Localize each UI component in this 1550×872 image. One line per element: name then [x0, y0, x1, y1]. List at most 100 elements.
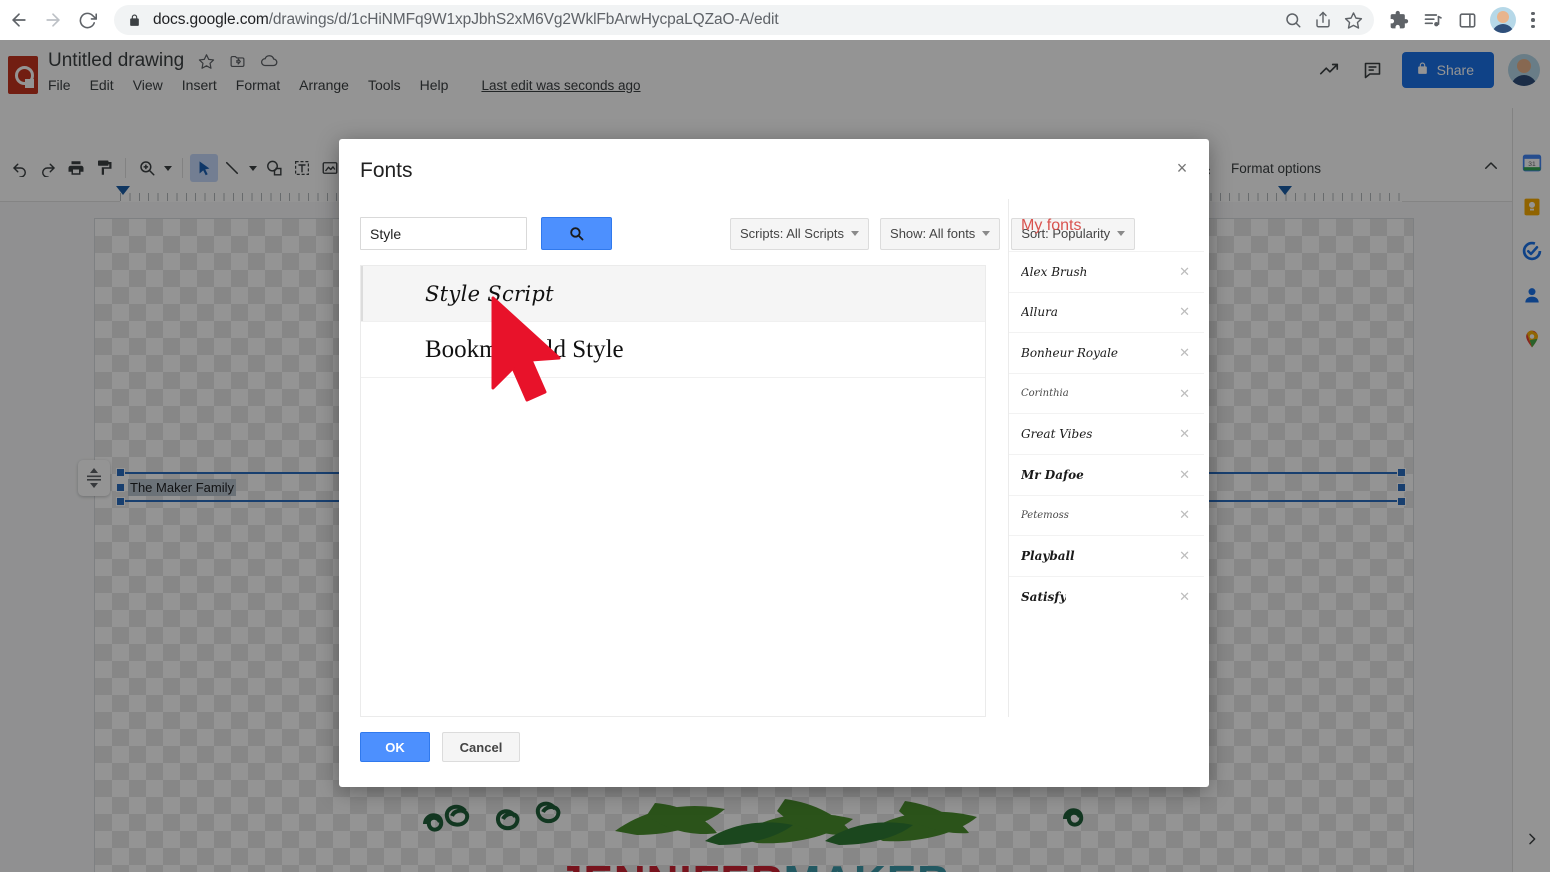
- menu-format[interactable]: Format: [236, 77, 280, 93]
- my-fonts-panel[interactable]: My fonts Alex Brush ✕ Allura ✕ Bonheur R…: [1008, 199, 1204, 717]
- google-keep-icon[interactable]: [1521, 196, 1543, 218]
- format-options-button[interactable]: Format options: [1231, 161, 1321, 176]
- share-button[interactable]: Share: [1401, 52, 1494, 88]
- my-font-label: Great Vibes: [1021, 427, 1093, 442]
- print-icon[interactable]: [62, 154, 90, 182]
- menu-arrange[interactable]: Arrange: [299, 77, 349, 93]
- search-input[interactable]: [360, 217, 527, 250]
- my-font-item[interactable]: Corinthia ✕: [1009, 372, 1204, 414]
- my-font-item[interactable]: Petemoss ✕: [1009, 494, 1204, 536]
- line-caret-icon[interactable]: [246, 154, 260, 182]
- resize-handle-middle-right[interactable]: [1397, 483, 1406, 492]
- remove-font-x-icon[interactable]: ✕: [1179, 264, 1190, 280]
- my-font-item[interactable]: Satisfy ✕: [1009, 575, 1204, 617]
- scripts-filter[interactable]: Scripts: All Scripts: [730, 217, 870, 250]
- line-icon[interactable]: [218, 154, 246, 182]
- menu-help[interactable]: Help: [420, 77, 449, 93]
- lock-icon: [1416, 62, 1429, 78]
- my-font-item[interactable]: Allura ✕: [1009, 291, 1204, 333]
- resize-handle-top-right[interactable]: [1397, 468, 1406, 477]
- remove-font-x-icon[interactable]: ✕: [1179, 548, 1190, 564]
- remove-font-x-icon[interactable]: ✕: [1179, 304, 1190, 320]
- reload-icon[interactable]: [70, 3, 104, 37]
- collapse-caret-icon[interactable]: [1482, 157, 1500, 180]
- textbox-value[interactable]: The Maker Family: [128, 479, 237, 496]
- comment-icon[interactable]: [1358, 55, 1388, 85]
- remove-font-x-icon[interactable]: ✕: [1179, 507, 1190, 523]
- ok-button[interactable]: OK: [360, 732, 430, 762]
- show-filter-label: Show: All fonts: [890, 226, 976, 241]
- paint-format-icon[interactable]: [90, 154, 118, 182]
- font-result-row[interactable]: Bookman Old Style: [361, 322, 985, 378]
- my-font-label: Petemoss: [1021, 509, 1069, 521]
- account-avatar[interactable]: [1508, 54, 1540, 86]
- fonts-dialog: Fonts × Scripts: All Scripts Show: All f…: [339, 139, 1209, 787]
- google-tasks-icon[interactable]: [1521, 240, 1543, 262]
- text-box-icon[interactable]: [288, 154, 316, 182]
- three-dot-menu-icon[interactable]: [1522, 11, 1544, 29]
- my-font-item[interactable]: Mr Dafoe ✕: [1009, 453, 1204, 495]
- left-indent-marker[interactable]: [116, 186, 130, 195]
- media-playlist-icon[interactable]: [1416, 3, 1450, 37]
- zoom-caret-icon[interactable]: [161, 154, 175, 182]
- select-arrow-icon[interactable]: [190, 154, 218, 182]
- shape-icon[interactable]: [260, 154, 288, 182]
- side-panel-icon[interactable]: [1450, 3, 1484, 37]
- zoom-icon[interactable]: [133, 154, 161, 182]
- my-font-item[interactable]: Playball ✕: [1009, 535, 1204, 576]
- close-icon[interactable]: ×: [1169, 155, 1195, 181]
- remove-font-x-icon[interactable]: ✕: [1179, 386, 1190, 402]
- font-results-list[interactable]: Style Script Bookman Old Style: [360, 265, 986, 717]
- jennifermaker-logo: JENNIFERMAKER: [558, 857, 950, 872]
- remove-font-x-icon[interactable]: ✕: [1179, 426, 1190, 442]
- right-indent-marker[interactable]: [1278, 186, 1292, 195]
- resize-handle-bottom-left[interactable]: [116, 497, 125, 506]
- menu-insert[interactable]: Insert: [182, 77, 217, 93]
- cancel-button[interactable]: Cancel: [442, 732, 520, 762]
- chevron-down-icon: [982, 231, 991, 236]
- move-to-folder-icon[interactable]: [229, 53, 246, 70]
- profile-avatar[interactable]: [1490, 7, 1516, 33]
- expand-chevron-icon[interactable]: [1524, 831, 1540, 852]
- google-contacts-icon[interactable]: [1521, 284, 1543, 306]
- line-spacing-handle[interactable]: [78, 460, 110, 496]
- font-result-label: Bookman Old Style: [425, 335, 624, 363]
- redo-icon[interactable]: [34, 154, 62, 182]
- search-button[interactable]: [541, 217, 612, 250]
- remove-font-x-icon[interactable]: ✕: [1179, 589, 1190, 605]
- resize-handle-top-left[interactable]: [116, 468, 125, 477]
- menu-tools[interactable]: Tools: [368, 77, 401, 93]
- show-filter[interactable]: Show: All fonts: [880, 217, 1001, 250]
- star-icon[interactable]: [198, 53, 215, 70]
- page-title[interactable]: Untitled drawing: [48, 50, 184, 72]
- address-bar[interactable]: docs.google.com/drawings/d/1cHiNMFq9W1xp…: [114, 5, 1374, 35]
- activity-trend-icon[interactable]: [1314, 55, 1344, 85]
- menu-view[interactable]: View: [133, 77, 163, 93]
- my-font-item[interactable]: Alex Brush ✕: [1009, 251, 1204, 292]
- my-font-label: Alex Brush: [1021, 264, 1088, 279]
- search-icon[interactable]: [1278, 5, 1308, 35]
- forward-arrow-icon[interactable]: [36, 3, 70, 37]
- google-calendar-icon[interactable]: 31: [1521, 152, 1543, 174]
- my-font-label: Mr Dafoe: [1021, 467, 1084, 482]
- google-drawings-icon[interactable]: [8, 56, 38, 94]
- undo-icon[interactable]: [6, 154, 34, 182]
- my-font-item[interactable]: Bonheur Royale ✕: [1009, 332, 1204, 373]
- docs-header: Untitled drawing File Edit View Insert F…: [0, 40, 1550, 108]
- star-icon[interactable]: [1338, 5, 1368, 35]
- google-maps-icon[interactable]: [1521, 328, 1543, 350]
- puzzle-piece-icon[interactable]: [1382, 3, 1416, 37]
- my-font-item[interactable]: Great Vibes ✕: [1009, 413, 1204, 454]
- font-result-row[interactable]: Style Script: [361, 266, 985, 322]
- resize-handle-middle-left[interactable]: [116, 483, 125, 492]
- back-arrow-icon[interactable]: [2, 3, 36, 37]
- menu-file[interactable]: File: [48, 77, 71, 93]
- last-edit-status[interactable]: Last edit was seconds ago: [481, 78, 640, 93]
- my-font-label: Corinthia: [1021, 388, 1069, 400]
- menu-edit[interactable]: Edit: [90, 77, 114, 93]
- resize-handle-bottom-right[interactable]: [1397, 497, 1406, 506]
- share-icon[interactable]: [1308, 5, 1338, 35]
- cloud-saved-icon[interactable]: [260, 52, 278, 70]
- remove-font-x-icon[interactable]: ✕: [1179, 345, 1190, 361]
- remove-font-x-icon[interactable]: ✕: [1179, 467, 1190, 483]
